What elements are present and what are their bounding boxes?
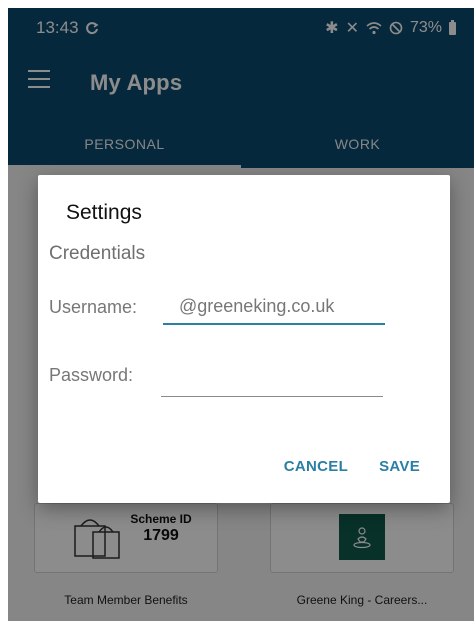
cancel-button[interactable]: CANCEL xyxy=(284,458,348,475)
credentials-section-label: Credentials xyxy=(49,243,146,264)
password-field[interactable] xyxy=(161,367,383,397)
password-label: Password: xyxy=(49,365,134,385)
dialog-title: Settings xyxy=(66,201,142,224)
dialog-actions: CANCEL SAVE xyxy=(284,458,420,475)
username-label: Username: xyxy=(49,297,138,317)
save-button[interactable]: SAVE xyxy=(379,458,420,475)
settings-dialog: Settings Credentials Username: Password:… xyxy=(38,175,450,503)
username-field[interactable] xyxy=(163,296,385,325)
